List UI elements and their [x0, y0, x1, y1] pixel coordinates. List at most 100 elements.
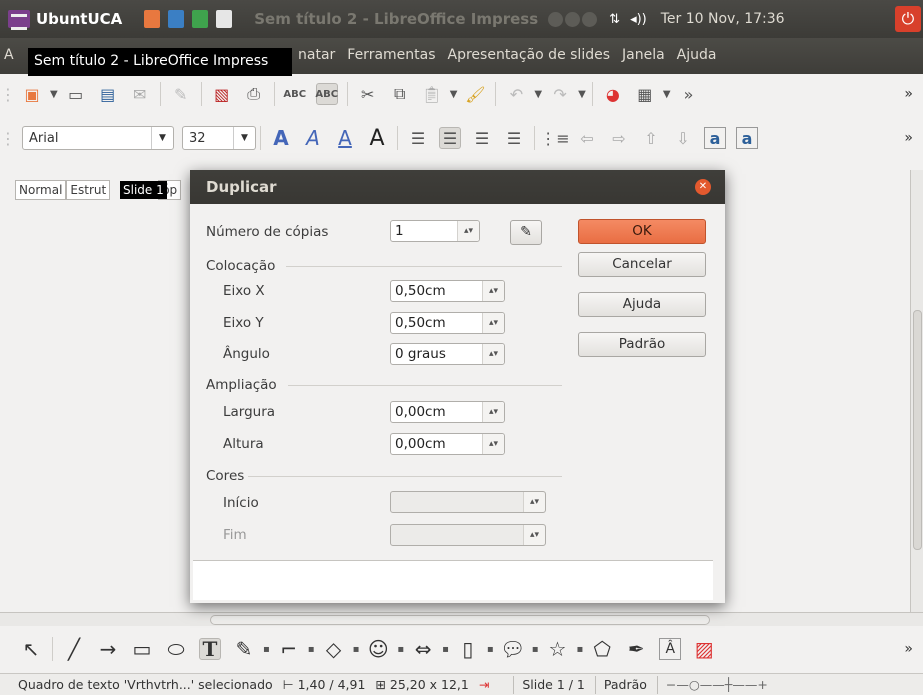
height-field[interactable]: 0,00cm ▴▾ — [390, 433, 505, 455]
horizontal-scrollbar[interactable] — [0, 612, 923, 626]
overflow-icon[interactable]: » — [678, 83, 700, 105]
ubuntu-logo-icon[interactable] — [8, 10, 30, 30]
new-document-icon[interactable]: ▣ — [21, 83, 43, 105]
bullets-icon[interactable]: ⋮≡ — [540, 127, 569, 149]
help-button[interactable]: Ajuda — [578, 292, 706, 317]
chevron-down-icon[interactable]: ▼ — [233, 127, 255, 149]
connector-icon[interactable]: ⌐ — [278, 637, 300, 661]
bold-outline-icon[interactable]: A — [270, 126, 292, 150]
stars-icon[interactable]: ☆ — [546, 637, 568, 661]
justify-icon[interactable]: ☰ — [503, 127, 525, 149]
stars-dropdown-icon[interactable]: ▪ — [576, 644, 583, 655]
basic-shapes-icon[interactable]: ◇ — [323, 637, 345, 661]
pick-values-button[interactable]: ✎ — [510, 220, 542, 245]
line-icon[interactable]: ╱ — [63, 637, 85, 661]
tab-outline[interactable]: Estrut — [66, 180, 111, 200]
tab-normal[interactable]: Normal — [15, 180, 67, 200]
undo-icon[interactable]: ↶ — [505, 83, 527, 105]
align-right-icon[interactable]: ☰ — [471, 127, 493, 149]
callouts-dropdown-icon[interactable]: ▪ — [532, 644, 539, 655]
align-left-icon[interactable]: ☰ — [407, 127, 429, 149]
toolbar-more-icon[interactable]: » — [904, 86, 913, 102]
close-icon[interactable]: ✕ — [695, 179, 711, 195]
impress-launcher-icon[interactable] — [144, 10, 161, 28]
document-launcher-icon[interactable] — [216, 10, 233, 28]
save-icon[interactable]: ▤ — [97, 83, 119, 105]
slide-canvas[interactable] — [718, 170, 908, 615]
cut-icon[interactable]: ✂ — [357, 83, 379, 105]
volume-icon[interactable]: ◂)) — [630, 12, 647, 27]
x-axis-field[interactable]: 0,50cm ▴▾ — [390, 280, 505, 302]
paste-dropdown-icon[interactable]: ▼ — [450, 89, 458, 100]
copy-icon[interactable]: ⧉ — [389, 83, 411, 105]
maximize-icon[interactable] — [565, 11, 581, 27]
flowchart-dropdown-icon[interactable]: ▪ — [487, 644, 494, 655]
shapes-dropdown-icon[interactable]: ▪ — [353, 644, 360, 655]
toolbar-more-icon[interactable]: » — [904, 641, 913, 657]
export-pdf-icon[interactable]: ▧ — [211, 83, 233, 105]
copies-stepper[interactable]: 1 ▴▾ — [390, 220, 480, 242]
underline-icon[interactable]: A — [334, 126, 356, 150]
vertical-scrollbar[interactable] — [910, 170, 923, 615]
select-arrow-icon[interactable]: ↖ — [20, 637, 42, 661]
increase-font-icon[interactable]: a — [704, 127, 726, 149]
stepper-arrows-icon[interactable]: ▴▾ — [482, 402, 504, 422]
symbol-dropdown-icon[interactable]: ▪ — [397, 644, 404, 655]
demote-left-icon[interactable]: ⇦ — [576, 127, 598, 149]
minimize-icon[interactable] — [548, 11, 564, 27]
undo-dropdown-icon[interactable]: ▼ — [534, 89, 542, 100]
curve-icon[interactable]: ✎ — [233, 637, 255, 661]
email-icon[interactable]: ✉ — [129, 83, 151, 105]
ok-button[interactable]: OK — [578, 219, 706, 244]
start-color-select[interactable]: ▴▾ — [390, 491, 546, 513]
width-field[interactable]: 0,00cm ▴▾ — [390, 401, 505, 423]
block-arrows-icon[interactable]: ⇔ — [412, 637, 434, 661]
close-window-icon[interactable] — [582, 11, 598, 27]
toolbar-more-icon[interactable]: » — [904, 130, 913, 146]
rectangle-icon[interactable]: ▭ — [131, 637, 153, 661]
insert-image-icon[interactable]: ▨ — [693, 637, 715, 661]
fontwork-icon[interactable]: ✒ — [625, 637, 647, 661]
promote-right-icon[interactable]: ⇨ — [608, 127, 630, 149]
menu-format[interactable]: natar — [298, 47, 335, 63]
stepper-arrows-icon[interactable]: ▴▾ — [482, 434, 504, 454]
cancel-button[interactable]: Cancelar — [578, 252, 706, 277]
modified-icon[interactable]: ⇥ — [479, 677, 489, 692]
align-center-icon[interactable]: ☰ — [439, 127, 461, 149]
menu-window[interactable]: Janela — [622, 47, 665, 63]
curve-dropdown-icon[interactable]: ▪ — [263, 644, 270, 655]
paste-icon[interactable]: 📋︎ — [421, 83, 443, 105]
stepper-arrows-icon[interactable]: ▴▾ — [457, 221, 479, 241]
menu-tools[interactable]: Ferramentas — [347, 47, 435, 63]
font-name-box[interactable]: Arial ▼ — [22, 126, 174, 150]
table-icon[interactable]: ▦ — [634, 83, 656, 105]
move-up-icon[interactable]: ⇧ — [640, 127, 662, 149]
callouts-icon[interactable]: 💬︎ — [500, 637, 525, 661]
redo-icon[interactable]: ↷ — [549, 83, 571, 105]
network-icon[interactable]: ⇅ — [609, 12, 620, 27]
points-icon[interactable]: ⬠ — [591, 637, 613, 661]
spellcheck-icon[interactable]: ABC — [283, 83, 306, 105]
text-box-icon[interactable]: Â — [659, 638, 682, 660]
stepper-arrows-icon[interactable]: ▴▾ — [482, 281, 504, 301]
arrow-line-icon[interactable]: → — [97, 637, 119, 661]
end-color-select[interactable]: ▴▾ — [390, 524, 546, 546]
symbol-shapes-icon[interactable]: ☺ — [367, 637, 389, 661]
horizontal-scrollbar-thumb[interactable] — [210, 615, 710, 625]
text-tool-icon[interactable]: T — [199, 637, 221, 661]
flowchart-icon[interactable]: ▯ — [457, 637, 479, 661]
y-axis-field[interactable]: 0,50cm ▴▾ — [390, 312, 505, 334]
redo-dropdown-icon[interactable]: ▼ — [578, 89, 586, 100]
default-button[interactable]: Padrão — [578, 332, 706, 357]
clock[interactable]: Ter 10 Nov, 17:36 — [661, 11, 785, 27]
clone-formatting-icon[interactable]: 🖌︎ — [464, 83, 486, 105]
menu-help[interactable]: Ajuda — [677, 47, 717, 63]
menu-file[interactable]: A — [4, 47, 14, 63]
menu-slideshow[interactable]: Apresentação de slides — [448, 47, 610, 63]
chart-icon[interactable]: ◕ — [602, 83, 624, 105]
arrows-dropdown-icon[interactable]: ▪ — [442, 644, 449, 655]
decrease-font-icon[interactable]: a — [736, 127, 758, 149]
angle-field[interactable]: 0 graus ▴▾ — [390, 343, 505, 365]
edit-file-icon[interactable]: ✎ — [170, 83, 192, 105]
italic-icon[interactable]: A — [302, 126, 324, 150]
